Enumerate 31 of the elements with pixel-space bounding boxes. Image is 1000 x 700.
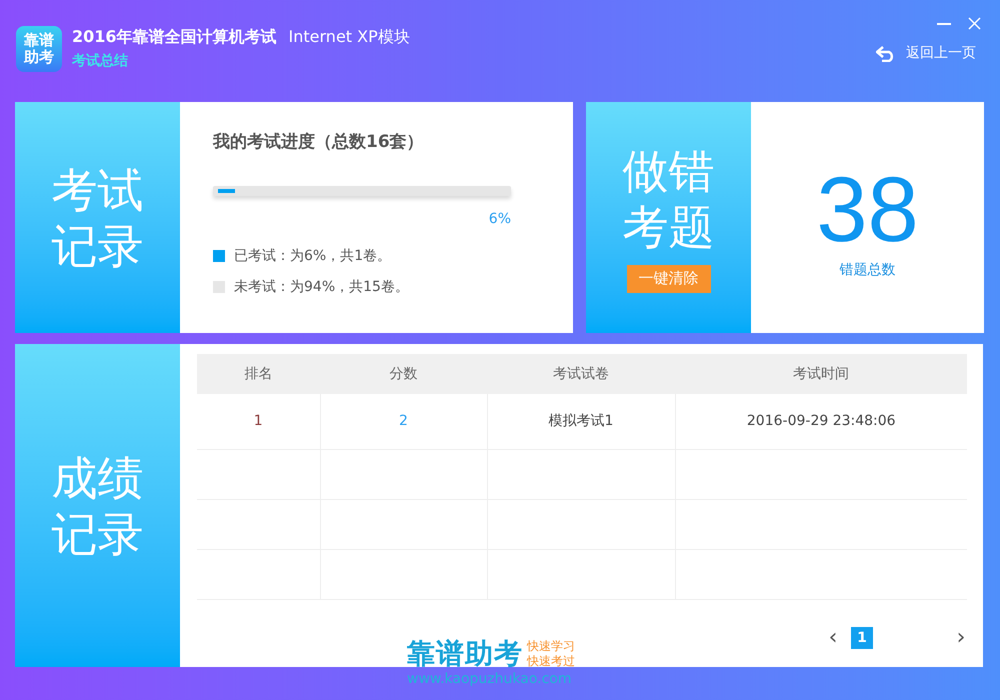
exam-record-label: 考试 记录: [15, 102, 180, 333]
page-subtitle: 考试总结: [72, 52, 129, 71]
table-cell: 2016-09-29 23:48:06: [675, 394, 967, 449]
legend-text: 已考试：为6%，共1卷。: [234, 246, 392, 266]
column-header: 考试试卷: [487, 354, 675, 394]
app-title: 2016年靠谱全国计算机考试: [72, 26, 277, 48]
progress-heading: 我的考试进度（总数16套）: [213, 131, 425, 154]
table-cell: 模拟考试1: [487, 394, 675, 449]
module-name: Internet XP模块: [288, 26, 410, 48]
close-icon[interactable]: [968, 17, 981, 30]
previous-page-button[interactable]: ‹: [825, 628, 841, 648]
column-header: 分数: [320, 354, 487, 394]
legend-text: 未考试：为94%，共15卷。: [234, 278, 409, 296]
next-page-button[interactable]: ›: [953, 628, 969, 648]
table-cell: 2: [320, 394, 487, 449]
app-logo: 靠谱 助考: [16, 26, 62, 72]
brand-slogan: 快速学习 快速考过: [527, 639, 575, 669]
wrong-count: 38: [816, 164, 919, 256]
column-header: 排名: [197, 354, 320, 394]
clear-button[interactable]: 一键清除: [626, 264, 710, 292]
wrong-questions-label: 做错 考题 一键清除: [586, 102, 751, 333]
return-arrow-icon: [876, 46, 896, 62]
progress-percent: 6%: [488, 210, 511, 226]
back-link[interactable]: 返回上一页: [876, 43, 976, 64]
column-header: 考试时间: [675, 354, 967, 394]
brand-name: 靠谱助考: [407, 638, 523, 670]
brand-url: www.kaopuzhukao.com: [407, 670, 572, 688]
score-record-label: 成绩 记录: [15, 344, 180, 667]
page-button[interactable]: 1: [851, 627, 873, 649]
table-cell: 1: [197, 394, 320, 449]
wrong-count-label: 错题总数: [840, 261, 896, 280]
